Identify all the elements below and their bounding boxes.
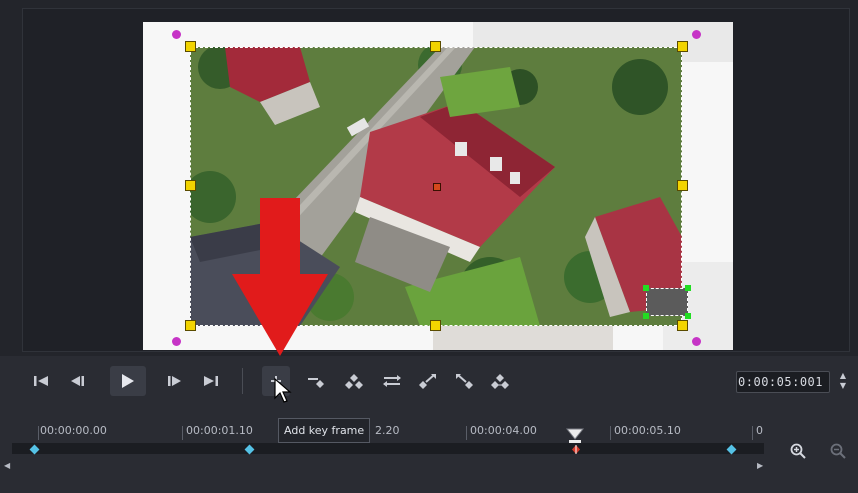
resize-handle-top[interactable] [430, 41, 441, 52]
first-keyframe-button[interactable] [414, 366, 442, 396]
go-to-next-keyframe-icon [491, 374, 509, 389]
resize-handle-left[interactable] [185, 180, 196, 191]
time-label: 00:00:04.00 [470, 424, 537, 437]
reverse-keyframes-icon [345, 374, 363, 389]
previous-keyframe-button[interactable] [450, 366, 478, 396]
next-keyframe-button[interactable] [486, 366, 514, 396]
go-to-end-button[interactable] [198, 366, 224, 396]
go-to-first-keyframe-icon [419, 374, 436, 389]
time-label: 0 [756, 424, 763, 437]
tick-mark [38, 426, 39, 440]
spin-down-icon[interactable]: ▼ [836, 381, 850, 391]
remove-keyframe-icon [308, 378, 324, 388]
rotate-handle-bottom-right[interactable] [692, 337, 701, 346]
spin-up-icon[interactable]: ▲ [836, 371, 850, 381]
go-to-start-icon [34, 376, 48, 386]
keyframe-track[interactable] [12, 443, 764, 454]
move-keyframe-left-icon [383, 375, 401, 387]
rotate-handle-top-right[interactable] [692, 30, 701, 39]
zoom-in-button[interactable] [790, 443, 806, 463]
selection-handle[interactable] [643, 313, 649, 319]
tick-mark [182, 426, 183, 440]
zoom-out-button[interactable] [830, 443, 846, 463]
add-keyframe-tooltip: Add key frame [278, 418, 371, 443]
resize-handle-bottom-left[interactable] [185, 320, 196, 331]
go-to-start-button[interactable] [28, 366, 54, 396]
previous-frame-button[interactable] [64, 366, 90, 396]
secondary-selection[interactable] [646, 288, 688, 316]
next-frame-button[interactable] [162, 366, 188, 396]
move-keyframe-button[interactable] [378, 366, 406, 396]
next-frame-icon [168, 376, 181, 386]
resize-handle-top-right[interactable] [677, 41, 688, 52]
selection-handle[interactable] [685, 285, 691, 291]
playhead-marker[interactable] [566, 428, 584, 444]
time-label: 2.20 [375, 424, 400, 437]
scroll-right-icon[interactable]: ▶ [757, 461, 763, 470]
rotate-handle-top-left[interactable] [172, 30, 181, 39]
center-point-handle[interactable] [433, 183, 441, 191]
zoom-out-icon [830, 443, 846, 459]
resize-handle-top-left[interactable] [185, 41, 196, 52]
zoom-in-icon [790, 443, 806, 459]
time-label: 00:00:05.10 [614, 424, 681, 437]
time-label: 00:00:01.10 [186, 424, 253, 437]
remove-keyframe-button[interactable] [302, 366, 330, 396]
timecode-spinner[interactable]: ▲ ▼ [836, 371, 850, 393]
current-keyframe-marker[interactable] [572, 445, 580, 454]
preview-panel [0, 0, 858, 356]
toolbar-divider [242, 368, 243, 394]
play-button[interactable] [110, 366, 146, 396]
selection-handle[interactable] [643, 285, 649, 291]
reverse-keyframes-button[interactable] [340, 366, 368, 396]
resize-handle-bottom[interactable] [430, 320, 441, 331]
tick-mark [610, 426, 611, 440]
tick-mark [752, 426, 753, 440]
timecode-field[interactable]: 0:00:05:001 [736, 371, 830, 393]
scroll-left-icon[interactable]: ◀ [4, 461, 10, 470]
play-icon [122, 374, 134, 388]
resize-handle-bottom-right[interactable] [677, 320, 688, 331]
time-label: 00:00:00.00 [40, 424, 107, 437]
previous-frame-icon [71, 376, 84, 386]
rotate-handle-bottom-left[interactable] [172, 337, 181, 346]
go-to-previous-keyframe-icon [456, 374, 473, 389]
resize-handle-right[interactable] [677, 180, 688, 191]
playback-toolbar: 0:00:05:001 ▲ ▼ [0, 356, 858, 406]
keyframe-timeline: 00:00:00.00 00:00:01.10 2.20 00:00:04.00… [0, 406, 858, 493]
tick-mark [466, 426, 467, 440]
go-to-end-icon [204, 376, 218, 386]
selection-handle[interactable] [685, 313, 691, 319]
mouse-cursor-icon [274, 378, 292, 403]
red-arrow-annotation [232, 198, 328, 356]
